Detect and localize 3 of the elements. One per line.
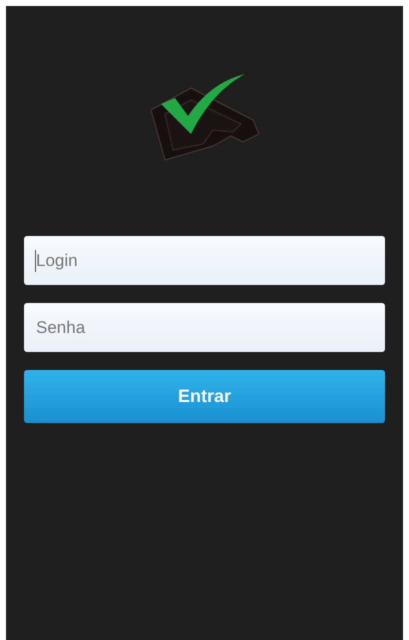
login-button[interactable]: Entrar — [24, 370, 385, 423]
input-field[interactable]: Senha — [24, 303, 385, 352]
input-field[interactable]: Login — [24, 236, 385, 285]
